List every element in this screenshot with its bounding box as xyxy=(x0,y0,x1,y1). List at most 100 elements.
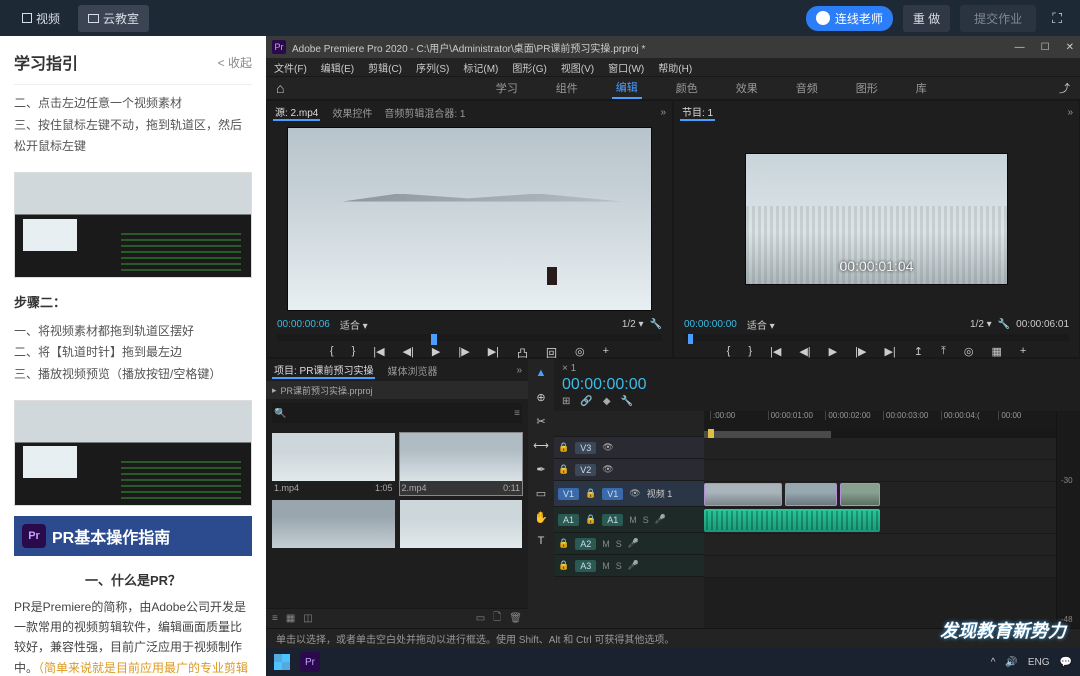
solo-icon[interactable]: S xyxy=(616,539,622,549)
project-tab[interactable]: 项目: PR课前预习实操 xyxy=(272,362,375,379)
voice-icon[interactable]: 🎤 xyxy=(628,560,639,571)
toggle-output-icon[interactable]: 👁 xyxy=(602,442,613,453)
timeline-tracks-area[interactable]: :00:00 00:00:01:00 00:00:02:00 00:00:03:… xyxy=(704,411,1056,628)
clip-3[interactable] xyxy=(272,500,395,552)
menu-clip[interactable]: 剪辑(C) xyxy=(368,60,402,75)
track-a2[interactable] xyxy=(704,534,1056,556)
solo-icon[interactable]: S xyxy=(616,561,622,571)
menu-sequence[interactable]: 序列(S) xyxy=(416,60,449,75)
taskbar-premiere-icon[interactable]: Pr xyxy=(300,652,320,672)
track-header-a1[interactable]: A1🔒A1MS🎤 xyxy=(554,507,704,533)
panel-menu-icon[interactable]: » xyxy=(516,365,522,376)
tray-volume-icon[interactable]: 🔊 xyxy=(1005,657,1017,668)
timeline-zoom-bar[interactable] xyxy=(704,431,1056,438)
windows-start-icon[interactable] xyxy=(274,654,290,670)
program-tab[interactable]: 节目: 1 xyxy=(680,104,715,121)
video-clip-segment[interactable] xyxy=(840,483,880,506)
ripple-tool-icon[interactable]: ✂ xyxy=(533,413,549,429)
workspace-libraries[interactable]: 库 xyxy=(912,78,931,98)
sequence-name[interactable]: × 1 xyxy=(562,363,1072,374)
lock-icon[interactable]: 🔒 xyxy=(558,464,569,475)
workspace-graphics[interactable]: 图形 xyxy=(852,78,882,98)
clip-2mp4[interactable]: 2.mp40:11 xyxy=(400,433,523,495)
minimize-button[interactable]: — xyxy=(1015,42,1025,53)
effect-controls-tab[interactable]: 效果控件 xyxy=(332,105,372,120)
new-bin-icon[interactable]: ▭ xyxy=(476,613,485,624)
track-v2[interactable] xyxy=(704,460,1056,482)
hand-tool-icon[interactable]: ✋ xyxy=(533,509,549,525)
new-item-icon[interactable]: 🗋 xyxy=(493,610,501,627)
workspace-effects[interactable]: 效果 xyxy=(732,78,762,98)
clip-4[interactable] xyxy=(400,500,523,552)
snap-icon[interactable]: ⊞ xyxy=(562,396,570,407)
project-filter-icon[interactable]: ≡ xyxy=(514,408,520,419)
source-monitor-viewport[interactable] xyxy=(287,127,652,311)
tray-notification-icon[interactable]: 💬 xyxy=(1060,657,1072,668)
close-button[interactable]: ✕ xyxy=(1066,42,1074,53)
marker-icon[interactable]: ◆ xyxy=(603,396,611,407)
pen-tool-icon[interactable]: ▭ xyxy=(533,485,549,501)
toggle-output-icon[interactable]: 👁 xyxy=(629,488,640,499)
panel-menu-icon[interactable]: » xyxy=(660,107,666,118)
track-v3[interactable] xyxy=(704,438,1056,460)
lift-icon[interactable]: ↥ xyxy=(914,345,923,358)
media-browser-tab[interactable]: 媒体浏览器 xyxy=(387,363,437,378)
go-out-icon[interactable]: ▶| xyxy=(884,345,895,358)
video-clip-segment[interactable] xyxy=(704,483,782,506)
step-fwd-icon[interactable]: |▶ xyxy=(855,345,866,358)
slip-tool-icon[interactable]: ✒ xyxy=(533,461,549,477)
compare-icon[interactable]: ▦ xyxy=(992,345,1002,358)
extract-icon[interactable]: ⤒ xyxy=(941,345,946,358)
home-icon[interactable]: ⌂ xyxy=(276,80,284,96)
track-header-v2[interactable]: 🔒V2👁 xyxy=(554,459,704,481)
freeform-view-icon[interactable]: ◫ xyxy=(303,613,312,624)
lock-icon[interactable]: 🔒 xyxy=(558,538,569,549)
contact-teacher-button[interactable]: 连线老师 xyxy=(806,6,893,31)
maximize-button[interactable]: ☐ xyxy=(1041,42,1050,53)
play-icon[interactable]: ▶ xyxy=(829,345,837,358)
source-res-dropdown[interactable]: 1/2 ▾ xyxy=(622,319,644,330)
program-fit-dropdown[interactable]: 适合 ▾ xyxy=(747,317,775,332)
track-a3[interactable] xyxy=(704,556,1056,578)
source-settings-icon[interactable]: 🔧 xyxy=(650,319,662,330)
redo-button[interactable]: 重 做 xyxy=(903,5,950,32)
selection-tool-icon[interactable]: ▲ xyxy=(533,365,549,381)
list-view-icon[interactable]: ≡ xyxy=(272,613,278,624)
lock-icon[interactable]: 🔒 xyxy=(585,488,596,499)
track-select-tool-icon[interactable]: ⊕ xyxy=(533,389,549,405)
track-header-a3[interactable]: 🔒A3MS🎤 xyxy=(554,555,704,577)
mark-in-icon[interactable]: { xyxy=(727,345,731,358)
program-settings-icon[interactable]: 🔧 xyxy=(998,319,1010,330)
program-monitor-viewport[interactable]: 00:00:01:04 xyxy=(745,153,1008,285)
cloud-class-tab[interactable]: 云教室 xyxy=(78,5,149,32)
razor-tool-icon[interactable]: ⟷ xyxy=(533,437,549,453)
submit-homework-button[interactable]: 提交作业 xyxy=(960,5,1036,32)
clip-1mp4[interactable]: 1.mp41:05 xyxy=(272,433,395,495)
type-tool-icon[interactable]: T xyxy=(533,533,549,549)
program-timecode[interactable]: 00:00:00:00 xyxy=(684,319,737,330)
fullscreen-button[interactable]: ⛶ xyxy=(1046,7,1068,30)
menu-file[interactable]: 文件(F) xyxy=(274,60,307,75)
workspace-assembly[interactable]: 组件 xyxy=(552,78,582,98)
lock-icon[interactable]: 🔒 xyxy=(558,442,569,453)
menu-view[interactable]: 视图(V) xyxy=(561,60,594,75)
step-back-icon[interactable]: ◀| xyxy=(799,345,810,358)
audio-clip-segment[interactable] xyxy=(704,509,880,532)
program-scrubber[interactable] xyxy=(684,334,1069,341)
workspace-learn[interactable]: 学习 xyxy=(492,78,522,98)
workspace-editing[interactable]: 编辑 xyxy=(612,77,642,99)
mute-icon[interactable]: M xyxy=(602,539,610,549)
menu-edit[interactable]: 编辑(E) xyxy=(321,60,354,75)
source-scrubber[interactable] xyxy=(277,334,662,341)
export-icon[interactable]: ⤴ xyxy=(1059,80,1070,96)
sidebar-collapse-button[interactable]: < 收起 xyxy=(218,54,252,71)
mute-icon[interactable]: M xyxy=(629,515,637,525)
time-ruler[interactable]: :00:00 00:00:01:00 00:00:02:00 00:00:03:… xyxy=(704,411,1056,431)
icon-view-icon[interactable]: ▦ xyxy=(286,613,295,624)
source-timecode[interactable]: 00:00:00:06 xyxy=(277,319,330,330)
menu-marker[interactable]: 标记(M) xyxy=(463,60,498,75)
linked-sel-icon[interactable]: 🔗 xyxy=(580,396,592,407)
tray-lang[interactable]: ENG xyxy=(1028,657,1050,668)
lock-icon[interactable]: 🔒 xyxy=(558,560,569,571)
project-search-input[interactable] xyxy=(274,408,514,419)
